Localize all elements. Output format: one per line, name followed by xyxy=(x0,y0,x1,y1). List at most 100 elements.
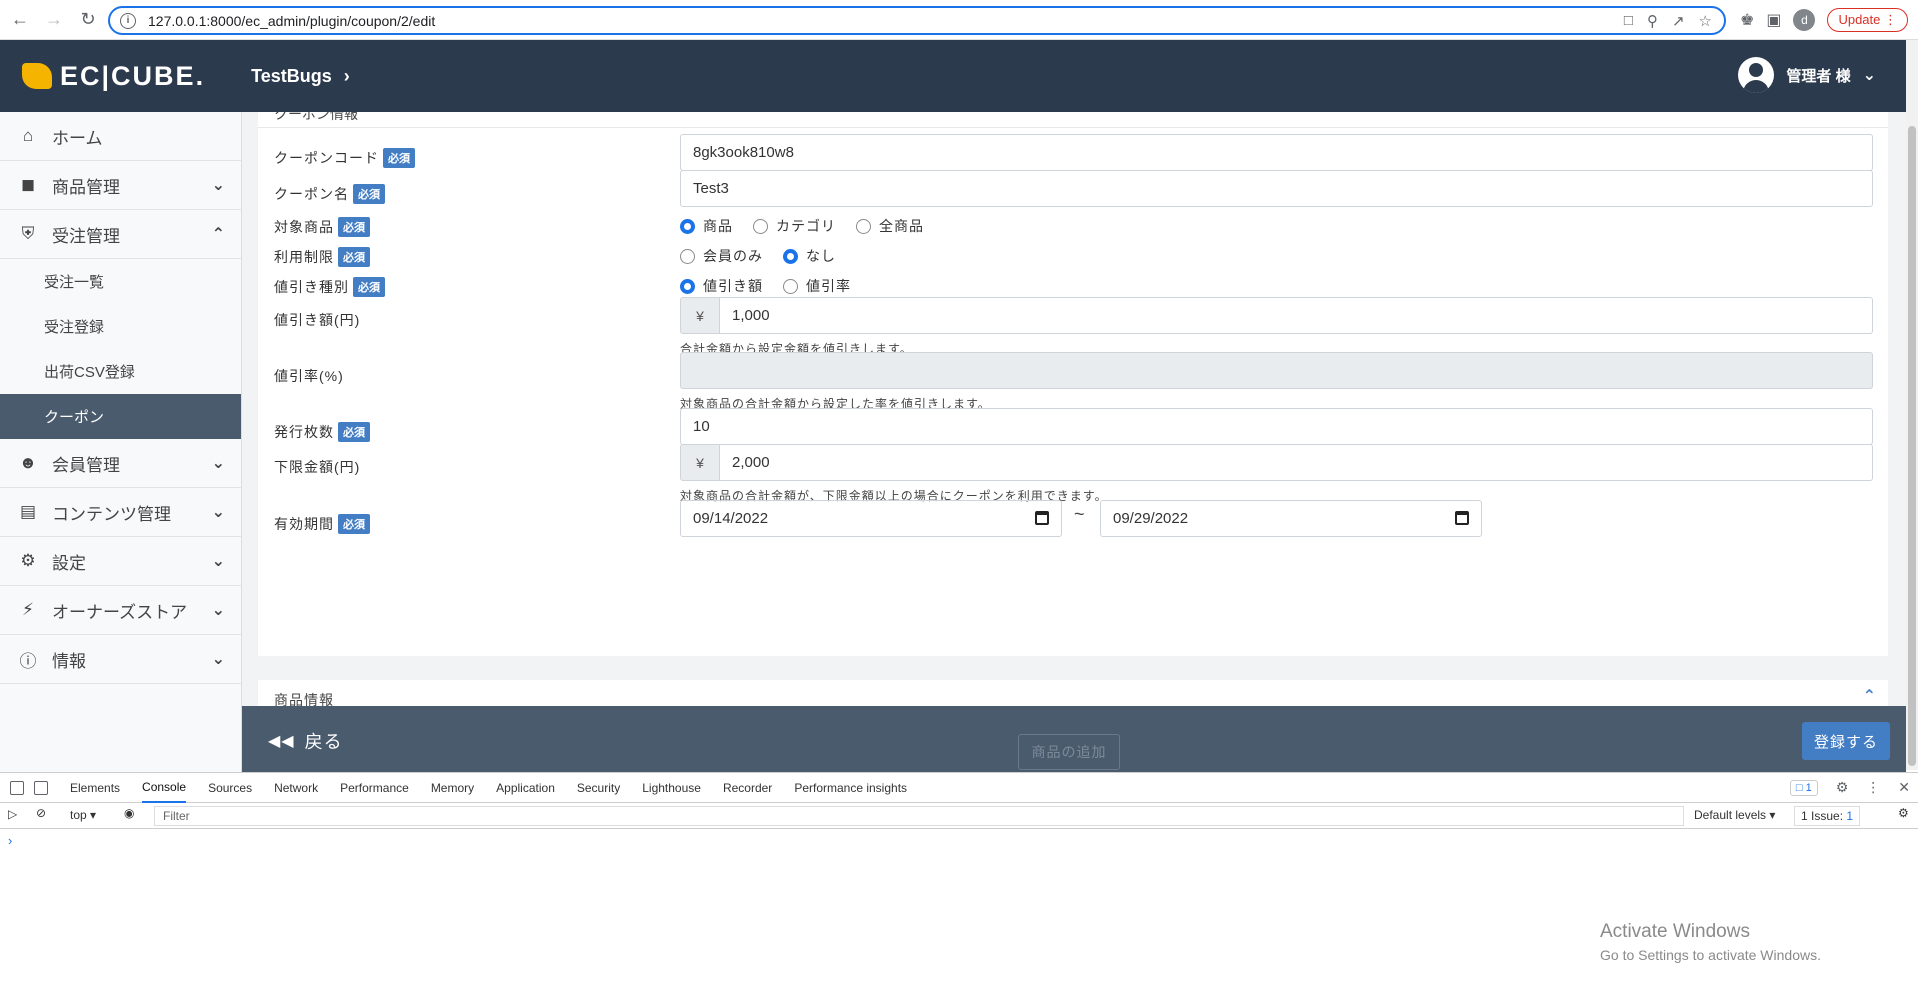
logo-mark-icon xyxy=(22,63,52,89)
update-button[interactable]: Update ⋮ xyxy=(1827,8,1908,32)
radio-target-product[interactable]: 商品 xyxy=(680,216,733,236)
period-start-date-input[interactable]: 09/14/2022 xyxy=(680,500,1062,537)
issues-button[interactable]: 1 Issue: 1 xyxy=(1794,806,1861,826)
radio-checked-icon xyxy=(783,248,798,264)
tab-console[interactable]: Console xyxy=(142,773,187,803)
inspect-element-icon[interactable] xyxy=(10,780,24,795)
chevron-right-icon[interactable]: › xyxy=(344,66,350,87)
radio-target-category[interactable]: カテゴリ xyxy=(753,216,836,236)
forward-arrow-icon[interactable]: → xyxy=(40,6,68,34)
scrollbar-thumb[interactable] xyxy=(1908,126,1916,766)
chevron-up-icon[interactable]: ⌃ xyxy=(1863,686,1876,706)
eye-icon[interactable]: ◉ xyxy=(124,806,134,820)
radio-unchecked-icon xyxy=(856,218,871,234)
radio-target-all[interactable]: 全商品 xyxy=(856,216,924,236)
yen-addon: ¥ xyxy=(680,444,720,481)
console-filter-input[interactable]: Filter xyxy=(154,806,1684,826)
reload-icon[interactable]: ↻ xyxy=(74,6,102,34)
chevron-down-icon: ⌄ xyxy=(211,553,225,570)
messages-badge[interactable]: □ 1 xyxy=(1789,779,1818,796)
devtools-menu-icon[interactable]: ⋮ xyxy=(1866,779,1880,796)
coupon-code-label: クーポンコード 必須 xyxy=(274,148,415,168)
share-icon[interactable]: ↗ xyxy=(1672,12,1685,30)
gear-icon: ⚙ xyxy=(20,551,36,570)
bookmark-star-icon[interactable]: ☆ xyxy=(1699,12,1712,30)
sidebar: ⌂ ホーム ◼ 商品管理 ⌄ ⛨ 受注管理 ⌃ 受注一覧 受注登録 出荷CSV登… xyxy=(0,112,242,772)
profile-avatar[interactable]: d xyxy=(1793,9,1816,31)
sidebar-sub-coupon[interactable]: クーポン xyxy=(0,394,241,439)
sidebar-item-label: 情報 xyxy=(52,651,86,671)
sidebar-item-contents[interactable]: ▤ コンテンツ管理 ⌄ xyxy=(0,488,241,537)
device-toggle-icon[interactable] xyxy=(34,780,48,795)
tab-security[interactable]: Security xyxy=(577,773,620,803)
lower-limit-input[interactable]: 2,000 xyxy=(720,444,1873,481)
tab-elements[interactable]: Elements xyxy=(70,773,120,803)
sidebar-sub-order-register[interactable]: 受注登録 xyxy=(0,304,241,349)
devtools-settings-icon[interactable]: ⚙ xyxy=(1836,779,1849,796)
coupon-name-input[interactable]: Test3 xyxy=(680,170,1873,207)
sidebar-toggle-icon[interactable]: ▷ xyxy=(8,807,17,821)
chevron-down-icon: ⌄ xyxy=(211,651,225,668)
tab-lighthouse[interactable]: Lighthouse xyxy=(642,773,701,803)
calendar-icon[interactable] xyxy=(1035,511,1049,525)
tab-memory[interactable]: Memory xyxy=(431,773,474,803)
translate-icon[interactable]: □ xyxy=(1624,12,1633,30)
radio-no-restriction[interactable]: なし xyxy=(783,246,836,266)
log-levels-dropdown[interactable]: Default levels ▾ xyxy=(1694,808,1775,822)
console-settings-icon[interactable]: ⚙ xyxy=(1898,806,1909,820)
sidebar-item-home[interactable]: ⌂ ホーム xyxy=(0,112,241,161)
radio-label: 全商品 xyxy=(879,218,924,234)
discount-amount-group: ¥ 1,000 xyxy=(680,297,1873,334)
target-product-radios: 商品 カテゴリ 全商品 xyxy=(680,216,944,236)
tab-application[interactable]: Application xyxy=(496,773,555,803)
sidebar-sub-order-list[interactable]: 受注一覧 xyxy=(0,259,241,304)
radio-members-only[interactable]: 会員のみ xyxy=(680,246,763,266)
url-text[interactable]: 127.0.0.1:8000/ec_admin/plugin/coupon/2/… xyxy=(148,13,435,29)
issue-count-input[interactable]: 10 xyxy=(680,408,1873,445)
radio-checked-icon xyxy=(680,218,695,234)
register-button[interactable]: 登録する xyxy=(1802,722,1890,760)
tab-network[interactable]: Network xyxy=(274,773,318,803)
radio-discount-rate[interactable]: 値引率 xyxy=(783,276,851,296)
sidebar-item-info[interactable]: ⓘ 情報 ⌄ xyxy=(0,635,241,684)
sidebar-item-owners-store[interactable]: ⚡ オーナーズストア ⌄ xyxy=(0,586,241,635)
clear-console-icon[interactable]: ⊘ xyxy=(36,806,46,820)
side-panel-icon[interactable]: ▣ xyxy=(1766,10,1781,30)
discount-rate-label: 値引率(%) xyxy=(274,368,344,384)
date-value: 09/29/2022 xyxy=(1113,510,1189,527)
page-scrollbar[interactable] xyxy=(1906,40,1918,770)
close-icon[interactable]: ✕ xyxy=(1898,779,1910,796)
tab-performance-insights[interactable]: Performance insights xyxy=(794,773,907,803)
sidebar-item-settings[interactable]: ⚙ 設定 ⌄ xyxy=(0,537,241,586)
add-product-button[interactable]: 商品の追加 xyxy=(1018,734,1120,770)
site-info-icon[interactable]: i xyxy=(120,12,136,29)
issues-count: 1 xyxy=(1846,809,1854,823)
radio-discount-amount[interactable]: 値引き額 xyxy=(680,276,763,296)
context-selector[interactable]: top ▾ xyxy=(70,808,96,822)
eccube-logo[interactable]: EC|CUBE. xyxy=(22,61,205,92)
back-arrow-icon[interactable]: ← xyxy=(6,6,34,34)
sidebar-sub-shipping-csv[interactable]: 出荷CSV登録 xyxy=(0,349,241,394)
period-end-date-input[interactable]: 09/29/2022 xyxy=(1100,500,1482,537)
admin-user-menu[interactable]: 管理者 様 ⌄ xyxy=(1738,57,1876,93)
shop-name-link[interactable]: TestBugs xyxy=(251,66,332,87)
extensions-icon[interactable]: ♚ xyxy=(1740,10,1754,30)
devtools-panel: Elements Console Sources Network Perform… xyxy=(0,772,1918,1000)
address-bar[interactable]: i 127.0.0.1:8000/ec_admin/plugin/coupon/… xyxy=(108,6,1726,35)
zoom-icon[interactable]: ⚲ xyxy=(1647,12,1658,30)
main-content[interactable]: クーポン情報 クーポンコード 必須 8gk3ook810w8 クーポン名 必須 Te… xyxy=(242,112,1906,706)
label-text: 利用制限 xyxy=(274,249,334,265)
discount-amount-input[interactable]: 1,000 xyxy=(720,297,1873,334)
tab-sources[interactable]: Sources xyxy=(208,773,252,803)
chevron-down-icon: ⌄ xyxy=(211,504,225,521)
console-prompt[interactable]: › xyxy=(8,833,12,848)
sidebar-item-members[interactable]: ☻ 会員管理 ⌄ xyxy=(0,439,241,488)
sidebar-item-orders[interactable]: ⛨ 受注管理 ⌃ xyxy=(0,210,241,259)
tab-recorder[interactable]: Recorder xyxy=(723,773,772,803)
tab-performance[interactable]: Performance xyxy=(340,773,409,803)
back-button[interactable]: ◀◀ 戻る xyxy=(268,728,343,754)
sidebar-item-label: オーナーズストア xyxy=(52,602,188,622)
calendar-icon[interactable] xyxy=(1455,511,1469,525)
sidebar-item-products[interactable]: ◼ 商品管理 ⌄ xyxy=(0,161,241,210)
coupon-code-input[interactable]: 8gk3ook810w8 xyxy=(680,134,1873,171)
